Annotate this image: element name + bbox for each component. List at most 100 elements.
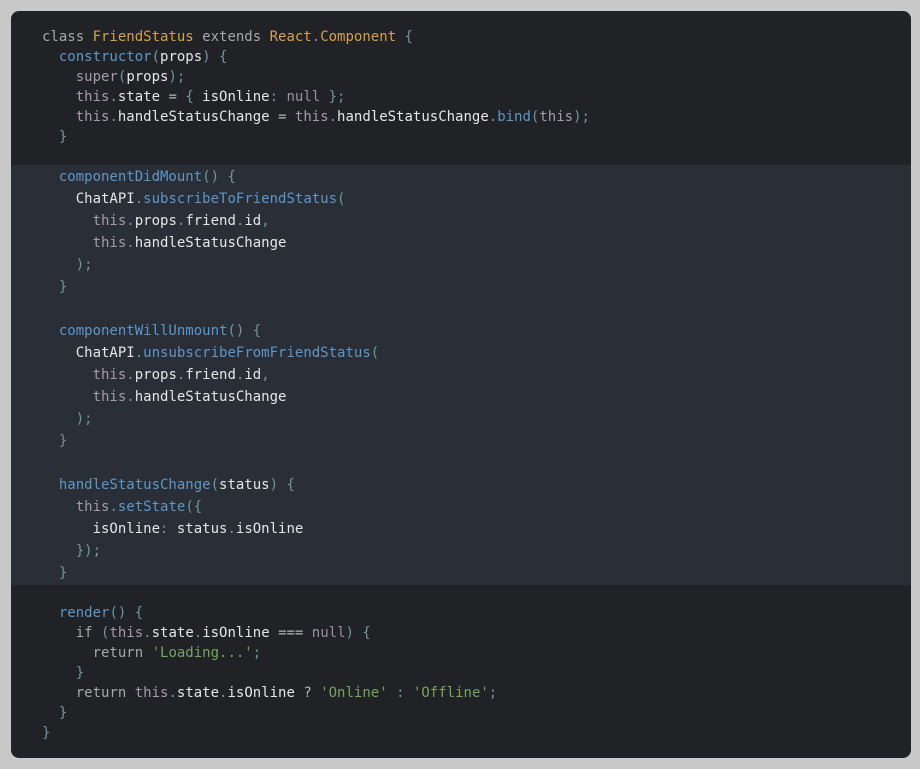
code-line: return this.state.isOnline ? 'Online' : …: [42, 683, 498, 703]
code-token: handleStatusChange: [134, 389, 287, 405]
code-token: .: [126, 389, 135, 405]
code-token: .: [193, 625, 203, 641]
code-token: .: [328, 109, 338, 125]
code-token: ChatAPI: [75, 345, 135, 361]
code-token: 'Online': [320, 685, 388, 701]
code-token: state: [176, 685, 220, 701]
code-token: componentWillUnmount: [58, 323, 228, 339]
code-token: ;: [252, 645, 262, 661]
code-token: :: [387, 685, 413, 701]
code-token: status: [176, 521, 228, 537]
code-token: class: [42, 29, 93, 45]
code-line: render() {: [42, 603, 143, 623]
code-token: ;: [488, 685, 498, 701]
code-line: componentDidMount() {: [42, 167, 236, 187]
code-token: ) {: [345, 625, 371, 641]
code-token: isOnline: [92, 521, 161, 537]
code-line: constructor(props) {: [42, 47, 228, 67]
code-token: .: [143, 625, 152, 641]
code-token: () {: [202, 169, 236, 185]
code-line: if (this.state.isOnline === null) {: [42, 623, 371, 643]
code-token: .: [311, 29, 321, 45]
code-token: constructor: [58, 49, 152, 65]
code-token: state: [151, 625, 194, 641]
code-token: =: [168, 89, 186, 105]
code-token: }: [42, 665, 85, 681]
code-line: super(props);: [42, 67, 186, 87]
code-token: this: [75, 109, 110, 125]
code-token: () {: [227, 323, 262, 339]
code-line: }: [42, 127, 67, 147]
code-line: }: [42, 723, 50, 743]
code-token: ,: [261, 367, 270, 383]
code-token: ?: [303, 685, 321, 701]
code-token: {: [396, 29, 413, 45]
code-token: .: [126, 367, 135, 383]
code-token: }: [42, 433, 68, 449]
code-token: setState: [117, 499, 186, 515]
code-token: state: [117, 89, 169, 105]
code-line: ChatAPI.unsubscribeFromFriendStatus(: [42, 343, 379, 363]
code-line: }: [42, 703, 67, 723]
code-token: .: [109, 89, 118, 105]
code-token: this: [294, 109, 329, 125]
code-token: .: [134, 191, 144, 207]
code-token: null: [311, 625, 346, 641]
code-token: Component: [320, 29, 397, 45]
code-token: props: [160, 49, 203, 65]
code-token: (: [370, 345, 380, 361]
code-token: .: [134, 345, 144, 361]
code-block: class FriendStatus extends React.Compone…: [11, 11, 911, 758]
code-line: handleStatusChange(status) {: [42, 475, 295, 495]
code-token: this: [75, 499, 110, 515]
code-token: super: [75, 69, 118, 85]
code-token: props: [126, 69, 169, 85]
code-token: ChatAPI: [75, 191, 135, 207]
code-token: (: [337, 191, 346, 207]
code-token: id: [244, 213, 262, 229]
code-token: isOnline: [235, 521, 304, 537]
code-token: FriendStatus: [92, 29, 194, 45]
code-line: this.handleStatusChange: [42, 233, 287, 253]
code-token: ) {: [202, 49, 228, 65]
code-token: );: [168, 69, 186, 85]
code-token: .: [126, 235, 135, 251]
code-editor: class FriendStatus extends React.Compone…: [11, 11, 911, 758]
code-line: return 'Loading...';: [42, 643, 262, 663]
code-token: ,: [261, 213, 270, 229]
code-token: {: [185, 89, 203, 105]
code-line: this.handleStatusChange = this.handleSta…: [42, 107, 590, 127]
code-token: }: [42, 705, 68, 721]
code-token: isOnline: [227, 685, 304, 701]
code-token: status: [219, 477, 270, 493]
code-token: .: [109, 499, 118, 515]
code-token: );: [42, 257, 93, 273]
code-line: );: [42, 255, 93, 275]
code-token: unsubscribeFromFriendStatus: [143, 345, 371, 361]
code-line: }: [42, 277, 67, 297]
code-token: null: [286, 89, 321, 105]
code-token: this: [75, 89, 110, 105]
code-token: 'Offline': [412, 685, 489, 701]
code-token: this: [92, 367, 127, 383]
code-line: }: [42, 663, 84, 683]
code-token: :: [160, 521, 177, 537]
code-token: bind: [497, 109, 531, 125]
code-token: handleStatusChange: [337, 109, 489, 125]
code-token: componentDidMount: [58, 169, 203, 185]
code-token: };: [320, 89, 346, 105]
code-token: return: [92, 645, 152, 661]
code-line: this.handleStatusChange: [42, 387, 287, 407]
code-line: });: [42, 541, 101, 561]
code-token: friend: [185, 213, 236, 229]
